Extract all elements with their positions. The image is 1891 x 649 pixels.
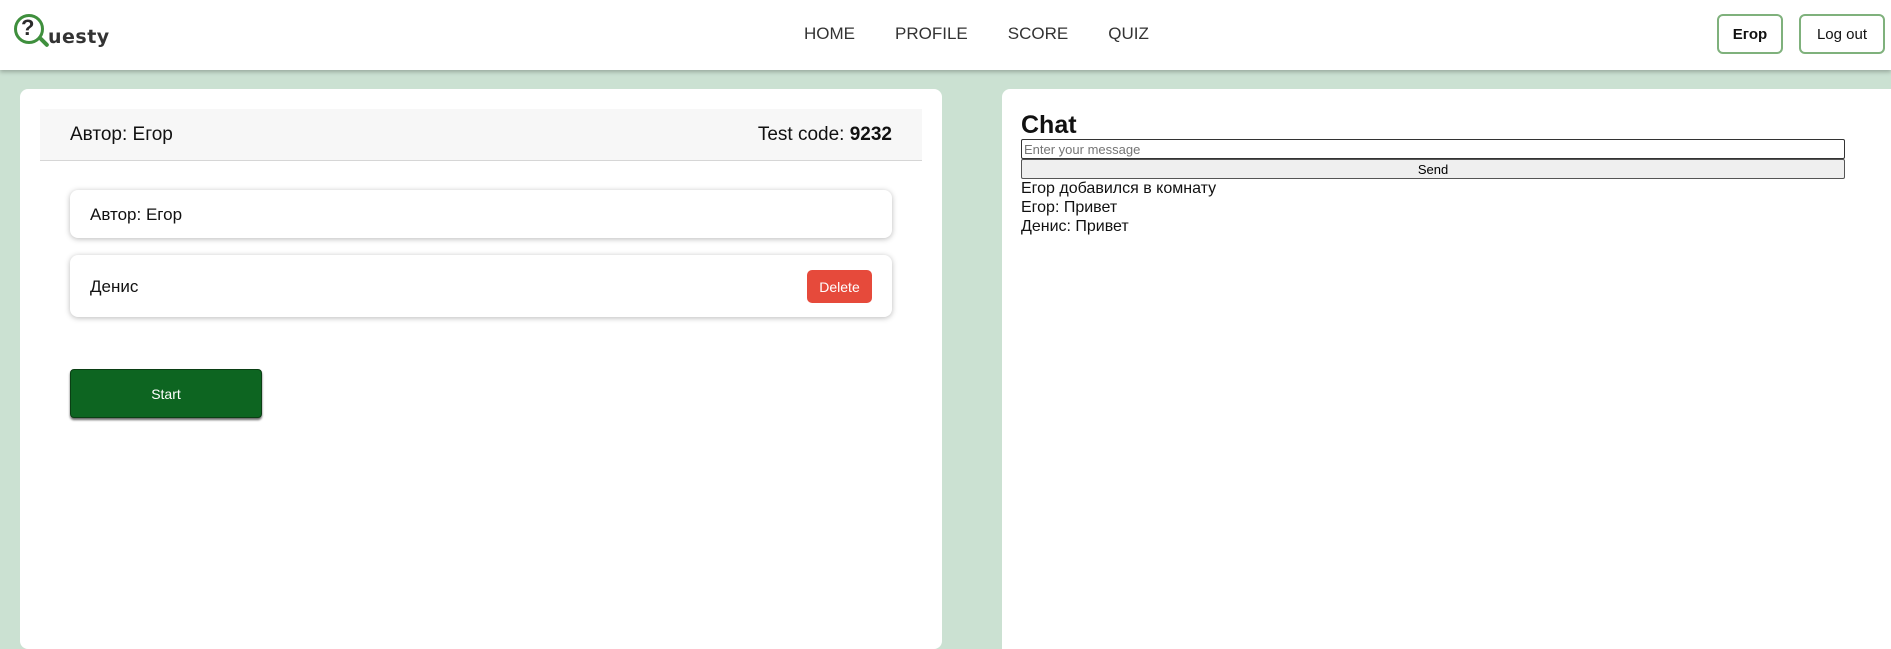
send-button[interactable]: Send (1021, 159, 1845, 179)
main-nav: HOME PROFILE SCORE QUIZ (804, 24, 1149, 44)
questy-logo[interactable]: ? uesty (12, 12, 112, 56)
logo-text: uesty (48, 26, 110, 48)
start-button[interactable]: Start (70, 369, 262, 418)
test-code-label: Test code: (757, 124, 845, 145)
participant-card: Денис Delete (70, 255, 892, 317)
nav-quiz[interactable]: QUIZ (1108, 24, 1149, 44)
chat-message: Егор добавился в комнату (1021, 180, 1217, 197)
chat-message-input[interactable] (1021, 139, 1845, 159)
user-profile-button[interactable]: Егор (1717, 14, 1783, 54)
chat-messages: Егор добавился в комнату Егор: Привет Де… (1021, 179, 1216, 236)
room-header: Автор: Егор Test code: 9232 (40, 109, 922, 161)
logo-question-mark: ? (21, 15, 35, 40)
participant-name: Автор: Егор (90, 205, 183, 224)
nav-score[interactable]: SCORE (1008, 24, 1068, 44)
participant-name: Денис (90, 277, 139, 296)
top-header: ? uesty HOME PROFILE SCORE QUIZ Егор Log… (0, 0, 1891, 70)
delete-participant-button[interactable]: Delete (807, 270, 872, 303)
room-author-title: Автор: Егор (70, 124, 173, 145)
test-code-value: 9232 (849, 124, 892, 145)
chat-title: Chat (1021, 111, 1077, 139)
test-code: Test code: 9232 (758, 124, 892, 146)
chat-message: Егор: Привет (1021, 199, 1118, 216)
nav-profile[interactable]: PROFILE (895, 24, 968, 44)
logout-button[interactable]: Log out (1799, 14, 1885, 54)
nav-home[interactable]: HOME (804, 24, 855, 44)
chat-panel: Chat Send Егор добавился в комнату Егор:… (1002, 89, 1891, 649)
participant-card: Автор: Егор (70, 190, 892, 238)
chat-message: Денис: Привет (1021, 218, 1129, 235)
room-panel: Автор: Егор Test code: 9232 Автор: Егор … (20, 89, 942, 649)
